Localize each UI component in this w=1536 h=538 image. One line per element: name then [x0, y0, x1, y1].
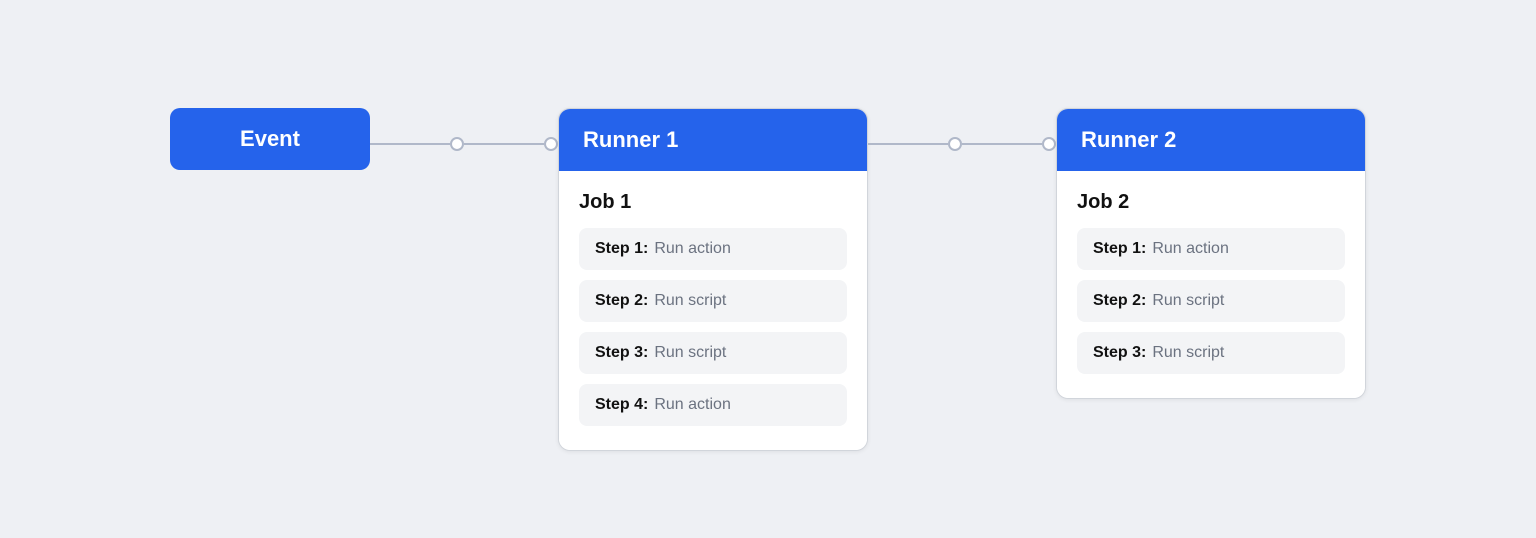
- dot-1: [450, 137, 464, 151]
- runner1-step4-label: Step 4:: [595, 396, 648, 414]
- dot-4: [1042, 137, 1056, 151]
- runner1-step3-label: Step 3:: [595, 344, 648, 362]
- job1-title: Job 1: [579, 191, 847, 214]
- runner1-wrapper: Runner 1 Job 1 Step 1: Run action Step 2…: [558, 108, 868, 451]
- runner1-step3-value: Run script: [654, 344, 726, 362]
- connector-2: [868, 137, 1056, 151]
- runner2-step-2[interactable]: Step 2: Run script: [1077, 280, 1345, 322]
- runner1-step-2[interactable]: Step 2: Run script: [579, 280, 847, 322]
- line-1: [370, 143, 450, 145]
- runner2-header: Runner 2: [1057, 109, 1365, 171]
- line-2: [464, 143, 544, 145]
- runner1-step-4[interactable]: Step 4: Run action: [579, 384, 847, 426]
- runner1-step4-value: Run action: [654, 396, 731, 414]
- job2-title: Job 2: [1077, 191, 1345, 214]
- dot-2: [544, 137, 558, 151]
- runner1-step1-value: Run action: [654, 240, 731, 258]
- runner1-title: Runner 1: [583, 127, 678, 152]
- runner1-card[interactable]: Runner 1 Job 1 Step 1: Run action Step 2…: [558, 108, 868, 451]
- runner2-wrapper: Runner 2 Job 2 Step 1: Run action Step 2…: [1056, 108, 1366, 399]
- workflow-diagram: Event Runner 1 Job 1 Step 1: Run action: [170, 88, 1366, 451]
- connector-1: [370, 137, 558, 151]
- runner2-title: Runner 2: [1081, 127, 1176, 152]
- runner2-step1-label: Step 1:: [1093, 240, 1146, 258]
- runner2-step2-label: Step 2:: [1093, 292, 1146, 310]
- event-label: Event: [240, 126, 300, 151]
- runner2-step1-value: Run action: [1152, 240, 1229, 258]
- event-node[interactable]: Event: [170, 108, 370, 170]
- runner2-body: Job 2 Step 1: Run action Step 2: Run scr…: [1057, 171, 1365, 398]
- runner2-step-1[interactable]: Step 1: Run action: [1077, 228, 1345, 270]
- runner2-step2-value: Run script: [1152, 292, 1224, 310]
- runner2-step3-label: Step 3:: [1093, 344, 1146, 362]
- runner2-step3-value: Run script: [1152, 344, 1224, 362]
- dot-3: [948, 137, 962, 151]
- runner2-step-3[interactable]: Step 3: Run script: [1077, 332, 1345, 374]
- runner1-header: Runner 1: [559, 109, 867, 171]
- event-node-wrapper: Event: [170, 108, 370, 170]
- runner1-step-1[interactable]: Step 1: Run action: [579, 228, 847, 270]
- runner1-step2-value: Run script: [654, 292, 726, 310]
- runner1-step-3[interactable]: Step 3: Run script: [579, 332, 847, 374]
- line-4: [962, 143, 1042, 145]
- runner1-step2-label: Step 2:: [595, 292, 648, 310]
- line-3: [868, 143, 948, 145]
- runner1-body: Job 1 Step 1: Run action Step 2: Run scr…: [559, 171, 867, 450]
- runner2-card[interactable]: Runner 2 Job 2 Step 1: Run action Step 2…: [1056, 108, 1366, 399]
- runner1-step1-label: Step 1:: [595, 240, 648, 258]
